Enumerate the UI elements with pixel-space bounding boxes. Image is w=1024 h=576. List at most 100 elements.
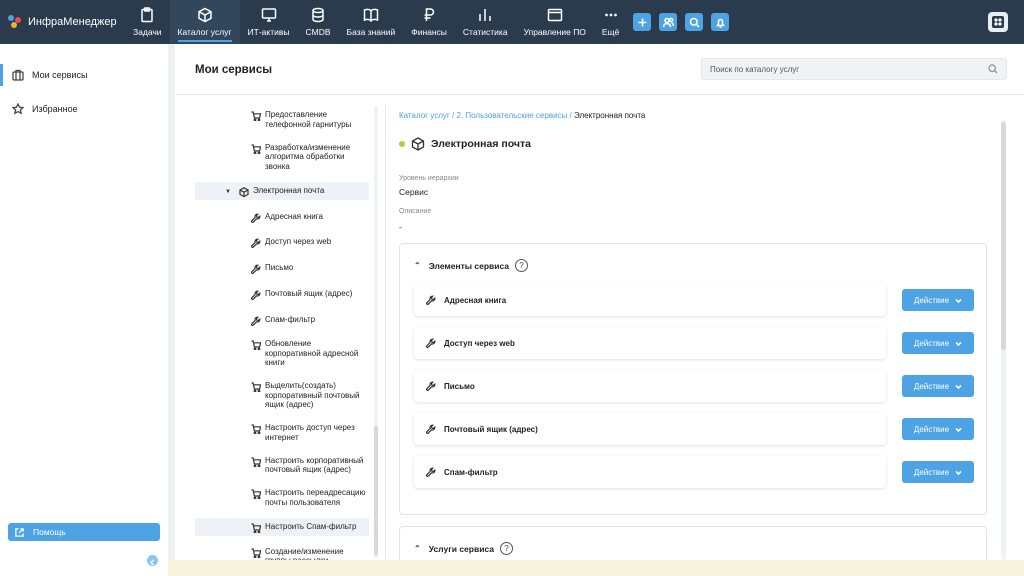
service-element-row[interactable]: Доступ через web (414, 327, 886, 359)
action-label: Действие (913, 338, 950, 348)
help-button[interactable]: Помощь (8, 523, 160, 541)
help-icon[interactable]: ? (515, 259, 529, 272)
tree-item[interactable]: Настроить доступ через интернет (195, 420, 369, 445)
tree-item-label-line: Создание/изменение (265, 546, 344, 556)
tree-item[interactable]: Адресная книга (195, 207, 369, 225)
users-button[interactable] (659, 13, 678, 31)
service-detail: Каталог услуг / 2. Пользовательские серв… (399, 104, 999, 576)
sidebar-item-favorites[interactable]: Избранное (0, 98, 168, 120)
top-bar: ИнфраМенеджер Задачи Каталог услуг ИТ-акти… (0, 0, 1024, 44)
nav-item-label: Задачи (133, 27, 162, 37)
nav-item-1[interactable]: Каталог услуг (169, 0, 240, 44)
user-avatar[interactable] (988, 12, 1008, 32)
action-label: Действие (913, 295, 950, 305)
service-element-row[interactable]: Спам-фильтр (414, 456, 886, 488)
tree-item-label-line: Электронная почта (252, 185, 325, 195)
top-actions (633, 0, 730, 44)
collapse-sidebar-button[interactable] (147, 555, 158, 566)
detail-scrollbar[interactable] (1001, 120, 1006, 560)
action-dropdown-button[interactable]: Действие (902, 418, 974, 440)
detail-scrollbar-thumb[interactable] (1001, 122, 1006, 350)
service-element-row[interactable]: Письмо (414, 370, 886, 402)
tree-item-label-line: корпоративной адресной (265, 348, 359, 358)
breadcrumb: Каталог услуг / 2. Пользовательские серв… (399, 111, 646, 120)
sidebar-item-my-services[interactable]: Мои сервисы (0, 64, 168, 86)
tree-item[interactable]: Разработка/изменение алгоритма обработки з… (195, 140, 369, 175)
service-element-label: Письмо (444, 381, 475, 391)
wrench-icon (426, 295, 436, 305)
chevron-down-icon (955, 298, 962, 303)
tree-item[interactable]: Письмо (195, 259, 369, 277)
cart-icon (251, 382, 262, 393)
catalog-search[interactable] (701, 58, 1007, 80)
nav-item-4[interactable]: База знаний (339, 0, 404, 44)
tree-item[interactable]: Настроить Спам-фильтр (195, 517, 369, 536)
nav-item-2[interactable]: ИТ-активы (240, 0, 298, 44)
search-icon (689, 17, 700, 28)
bell-button[interactable] (711, 13, 730, 31)
search-icon[interactable] (988, 64, 998, 74)
monitor-icon (261, 8, 276, 22)
service-title-text: Электронная почта (431, 138, 531, 150)
tree-item[interactable]: Спам-фильтр (195, 311, 369, 329)
nav-item-label: База знаний (346, 27, 396, 37)
tree-item[interactable]: Настроить переадресацию почты пользовател… (195, 485, 369, 510)
tree-item-label-line: Настроить переадресацию (265, 488, 366, 498)
hierarchy-label: Уровень иерархии (399, 175, 459, 182)
tree-item[interactable]: Предоставление телефонной гарнитуры (195, 107, 369, 132)
service-element-row[interactable]: Почтовый ящик (адрес) (414, 413, 886, 445)
tree-item[interactable]: Настроить корпоративный почтовый ящик (ад… (195, 453, 369, 478)
tree-item-label-line: Настроить доступ через (265, 423, 355, 433)
chevron-left-icon (150, 559, 154, 566)
caret-down-icon[interactable]: ▼ (225, 188, 231, 198)
cube-icon (411, 137, 425, 151)
service-element-label: Адресная книга (444, 295, 507, 305)
chevron-down-icon (955, 384, 962, 389)
service-element-row[interactable]: Адресная книга (414, 284, 886, 316)
breadcrumb-current: Электронная почта (573, 111, 646, 120)
wrench-icon (426, 424, 436, 434)
nav-item-6[interactable]: Статистика (455, 0, 516, 44)
nav-item-8[interactable]: Ещё (594, 0, 627, 44)
cart-icon (251, 111, 262, 122)
action-dropdown-button[interactable]: Действие (902, 375, 974, 397)
service-offerings-header[interactable]: ⌃ Услуги сервиса ? (414, 542, 513, 555)
database-icon (312, 7, 324, 23)
help-icon[interactable]: ? (499, 542, 513, 555)
tree-item-label-line: Спам-фильтр (265, 314, 316, 324)
nav-item-label: Статистика (462, 27, 508, 37)
wrench-icon (251, 290, 261, 300)
action-dropdown-button[interactable]: Действие (902, 289, 974, 311)
users-icon (662, 17, 674, 27)
main-content: Мои сервисы Предоставлениетелефонной гар… (175, 44, 1024, 576)
action-dropdown-button[interactable]: Действие (902, 461, 974, 483)
tree-item-label-line: Настроить корпоративный (265, 455, 364, 465)
plus-button[interactable] (633, 13, 652, 31)
breadcrumb-catalog[interactable]: Каталог услуг (399, 111, 450, 120)
tree-item[interactable]: Создание/изменениегруппы рассылки (195, 544, 369, 560)
tree-item-label-line: Настроить Спам-фильтр (265, 522, 357, 532)
tree-item[interactable]: Доступ через web (195, 233, 369, 251)
nav-item-label: Каталог услуг (177, 27, 232, 37)
search-input[interactable] (710, 64, 988, 74)
brand[interactable]: ИнфраМенеджер (0, 0, 125, 44)
tree-scrollbar-thumb[interactable] (374, 426, 378, 556)
status-dot (399, 141, 405, 147)
tree-item[interactable]: Выделить(создать) корпоративный почтовый я… (195, 378, 369, 413)
breadcrumb-user-services[interactable]: 2. Пользовательские сервисы (456, 111, 567, 120)
hierarchy-value: Сервис (399, 187, 429, 197)
search-button[interactable] (685, 13, 704, 31)
service-elements-header[interactable]: ⌃ Элементы сервиса ? (414, 259, 529, 272)
page-title: Мои сервисы (195, 64, 273, 76)
tree-item-label-line: Доступ через web (265, 237, 332, 247)
action-dropdown-button[interactable]: Действие (902, 332, 974, 354)
nav-item-3[interactable]: CMDB (297, 0, 338, 44)
service-offerings-title: Услуги сервиса (428, 543, 494, 554)
tree-item[interactable]: ▼ Электронная почта (195, 181, 369, 200)
tree-item[interactable]: Обновление корпоративной адресной книги (195, 336, 369, 371)
nav-item-0[interactable]: Задачи (125, 0, 170, 44)
tree-item[interactable]: Почтовый ящик (адрес) (195, 285, 369, 303)
nav-item-7[interactable]: Управление ПО (516, 0, 594, 44)
tree-scrollbar[interactable] (374, 106, 378, 558)
nav-item-5[interactable]: Финансы (403, 0, 455, 44)
